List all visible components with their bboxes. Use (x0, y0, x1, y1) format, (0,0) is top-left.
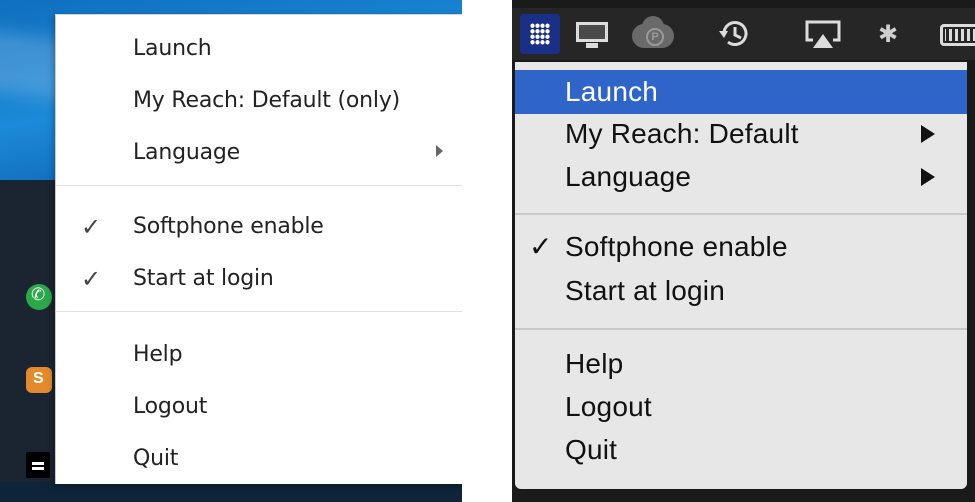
app-grid-icon[interactable] (520, 14, 560, 54)
menu-item-label: Help (565, 348, 624, 379)
mac-menu-item-logout[interactable]: Logout (515, 385, 967, 429)
mac-menu-bar: P ✱ (512, 8, 975, 60)
win-menu-item-quit[interactable]: Quit (56, 437, 462, 477)
checkmark-icon: ✓ (81, 265, 102, 293)
menu-item-label: Launch (565, 76, 659, 107)
menu-item-label: Quit (565, 434, 618, 465)
menu-separator (56, 185, 462, 186)
menu-separator (515, 328, 967, 330)
mac-menu-item-launch[interactable]: Launch (515, 70, 967, 114)
menu-item-label: Logout (133, 394, 208, 419)
checkmark-icon: ✓ (529, 230, 553, 263)
submenu-arrow-icon (436, 145, 443, 157)
mac-menu-item-start-at-login[interactable]: Start at login (515, 269, 967, 313)
time-machine-icon[interactable] (716, 16, 752, 52)
win-menu-item-logout[interactable]: Logout (56, 385, 462, 425)
mac-menubar-menu-panel: P ✱ Launch My Reach: Default Language ✓ … (512, 0, 975, 502)
win-menu-item-language[interactable]: Language (56, 131, 462, 171)
menu-item-label: Language (565, 161, 692, 192)
menu-separator (515, 213, 967, 215)
menu-item-label: My Reach: Default (only) (133, 88, 401, 113)
menu-item-label: Quit (133, 446, 179, 471)
display-icon[interactable] (574, 16, 610, 52)
taskbar-icon[interactable] (26, 452, 50, 478)
checkmark-icon: ✓ (81, 213, 102, 241)
battery-icon[interactable] (940, 16, 975, 52)
win-menu-item-my-reach[interactable]: My Reach: Default (only) (56, 79, 462, 119)
win-menu-item-softphone-enable[interactable]: ✓ Softphone enable (56, 205, 462, 245)
windows-tray-menu-panel: Launch My Reach: Default (only) Language… (0, 0, 462, 502)
airplay-icon[interactable] (804, 16, 842, 52)
mac-menu-item-softphone-enable[interactable]: ✓ Softphone enable (515, 225, 967, 269)
submenu-arrow-icon (921, 125, 935, 143)
mac-dropdown-menu: Launch My Reach: Default Language ✓ Soft… (515, 62, 967, 489)
win-menu-item-start-at-login[interactable]: ✓ Start at login (56, 257, 462, 297)
submenu-arrow-icon (921, 168, 935, 186)
win-menu-item-launch[interactable]: Launch (56, 27, 462, 67)
mac-menu-item-help[interactable]: Help (515, 342, 967, 386)
windows-context-menu: Launch My Reach: Default (only) Language… (55, 14, 462, 484)
win-menu-item-help[interactable]: Help (56, 333, 462, 373)
cloud-p-icon[interactable]: P (630, 16, 674, 52)
bluetooth-icon[interactable]: ✱ (878, 16, 898, 52)
mac-menu-item-quit[interactable]: Quit (515, 428, 967, 472)
menu-item-label: Logout (565, 391, 652, 422)
menu-item-label: Softphone enable (133, 214, 324, 239)
menu-item-label: Help (133, 342, 183, 367)
phone-icon[interactable] (26, 284, 52, 310)
menu-item-label: Language (133, 140, 240, 165)
mac-menu-item-language[interactable]: Language (515, 155, 967, 199)
menu-item-label: Softphone enable (565, 231, 788, 262)
orange-app-icon[interactable] (26, 367, 52, 393)
menu-item-label: My Reach: Default (565, 118, 799, 149)
mac-menu-item-my-reach[interactable]: My Reach: Default (515, 112, 967, 156)
menu-item-label: Launch (133, 36, 212, 61)
menu-separator (56, 311, 462, 312)
menu-item-label: Start at login (133, 266, 274, 291)
windows-taskbar-bottom (0, 482, 462, 502)
menu-item-label: Start at login (565, 275, 725, 306)
panel-gap (462, 0, 512, 502)
